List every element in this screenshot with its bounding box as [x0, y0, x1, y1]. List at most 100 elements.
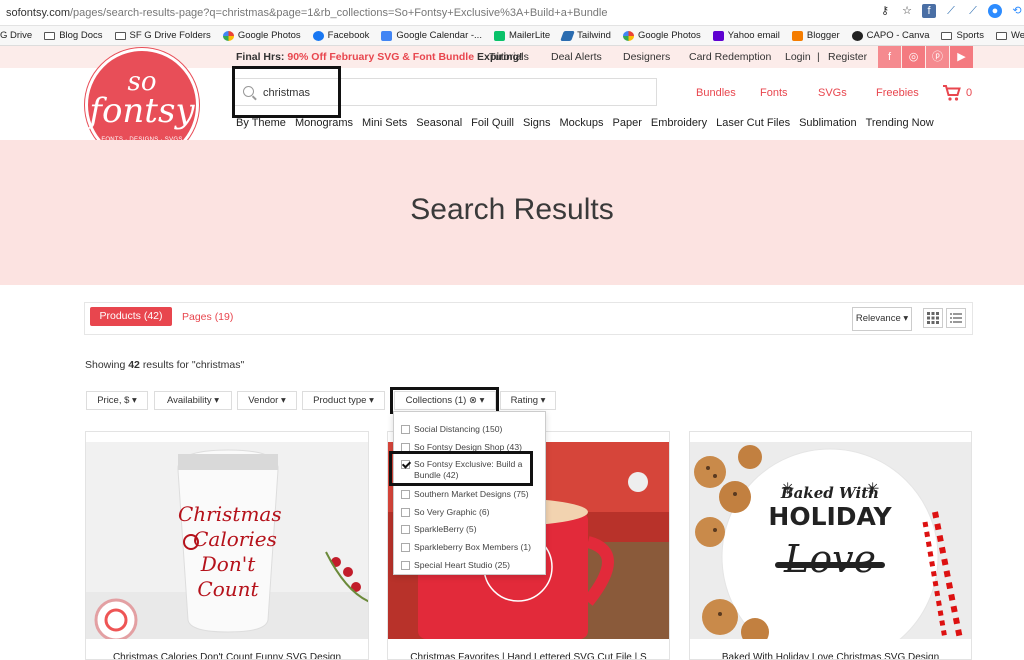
bookmark[interactable]: Weather: [995, 30, 1024, 41]
category-link[interactable]: Foil Quill: [471, 117, 514, 129]
designers-link[interactable]: Designers: [623, 51, 670, 63]
pinterest-icon[interactable]: ⓟ: [926, 46, 949, 68]
product-card[interactable]: ✳ ✳ Baked With HOLIDAY Love Baked With Ho…: [689, 431, 972, 660]
bookmark-label: Blogger: [806, 30, 840, 41]
checkbox[interactable]: [401, 525, 410, 534]
filter-availability[interactable]: Availability ▾: [154, 391, 232, 410]
url-path: /pages/search-results-page?q=christmas&p…: [70, 6, 608, 19]
tutorials-link[interactable]: Tutorials: [489, 51, 529, 63]
nav-freebies[interactable]: Freebies: [876, 87, 919, 99]
extension-icon[interactable]: ⟋: [966, 4, 980, 18]
bookmark[interactable]: Facebook: [312, 30, 369, 41]
extension-icon[interactable]: ⟲: [1010, 4, 1024, 18]
facebook-icon[interactable]: f: [878, 46, 901, 68]
bookmark[interactable]: Blog Docs: [44, 30, 103, 41]
collection-option[interactable]: SparkleBerry (5): [401, 524, 477, 534]
bookmark[interactable]: Google Calendar -...: [381, 30, 482, 41]
option-label: SparkleBerry (5): [414, 524, 477, 534]
url-text[interactable]: sofontsy.com/pages/search-results-page?q…: [0, 7, 608, 19]
cart-icon[interactable]: [942, 84, 962, 107]
bookmark[interactable]: Google Photos: [222, 30, 301, 41]
nav-separator: |: [817, 51, 820, 63]
bookmark-label: MailerLite: [508, 30, 551, 41]
google-photos-icon: [622, 30, 634, 41]
checkbox[interactable]: [401, 543, 410, 552]
tab-pages[interactable]: Pages (19): [182, 311, 233, 323]
tab-products[interactable]: Products (42): [90, 307, 172, 326]
extension-icon[interactable]: ●: [988, 4, 1002, 18]
star-icon[interactable]: ☆: [900, 4, 914, 18]
login-link[interactable]: Login: [785, 51, 811, 63]
category-link[interactable]: Paper: [613, 117, 642, 129]
bookmark[interactable]: SF G Drive Folders: [114, 30, 211, 41]
browser-url-bar[interactable]: sofontsy.com/pages/search-results-page?q…: [0, 0, 1024, 26]
category-link[interactable]: Seasonal: [416, 117, 462, 129]
art-line: HOLIDAY: [768, 502, 892, 531]
instagram-icon[interactable]: ◎: [902, 46, 925, 68]
bookmark-label: Google Photos: [237, 30, 301, 41]
collection-option[interactable]: Special Heart Studio (25): [401, 560, 510, 570]
category-link[interactable]: Trending Now: [866, 117, 934, 129]
filter-vendor[interactable]: Vendor ▾: [237, 391, 297, 410]
register-link[interactable]: Register: [828, 51, 867, 63]
category-link[interactable]: Signs: [523, 117, 551, 129]
promo-text[interactable]: Final Hrs: 90% Off February SVG & Font B…: [236, 51, 523, 63]
results-query: "christmas": [191, 359, 245, 371]
category-link[interactable]: Monograms: [295, 117, 353, 129]
filter-product-type[interactable]: Product type ▾: [302, 391, 385, 410]
product-image[interactable]: Christmas Calories Don't Count: [86, 442, 368, 642]
list-view-icon[interactable]: [946, 308, 966, 328]
filter-price[interactable]: Price, $ ▾: [86, 391, 148, 410]
youtube-icon[interactable]: ▶: [950, 46, 973, 68]
bookmark[interactable]: Blogger: [791, 30, 840, 41]
collection-option[interactable]: Sparkleberry Box Members (1): [401, 542, 531, 552]
category-link[interactable]: Sublimation: [799, 117, 856, 129]
bookmark[interactable]: Sports: [941, 30, 984, 41]
product-title[interactable]: Christmas Calories Don't Count Funny SVG…: [86, 652, 368, 659]
collection-option[interactable]: Southern Market Designs (75): [401, 489, 529, 499]
category-link[interactable]: By Theme: [236, 117, 286, 129]
bookmark[interactable]: Yahoo email: [712, 30, 780, 41]
bookmark[interactable]: CAPO - Canva: [851, 30, 929, 41]
sort-select[interactable]: Relevance ▾: [852, 307, 912, 331]
checkbox[interactable]: [401, 508, 410, 517]
product-image[interactable]: ✳ ✳ Baked With HOLIDAY Love: [690, 442, 971, 659]
category-link[interactable]: Mockups: [559, 117, 603, 129]
collection-option[interactable]: So Very Graphic (6): [401, 507, 489, 517]
key-icon[interactable]: ⚷: [878, 4, 892, 18]
checkbox[interactable]: [401, 561, 410, 570]
logo-line2: fontsy: [89, 91, 195, 131]
collection-option[interactable]: Social Distancing (150): [401, 424, 502, 434]
bookmark[interactable]: MailerLite: [493, 30, 551, 41]
product-title[interactable]: Baked With Holiday Love Christmas SVG De…: [690, 652, 971, 659]
cart-count[interactable]: 0: [966, 87, 972, 99]
bookmark[interactable]: Tailwind: [560, 30, 611, 41]
folder-icon: [941, 31, 953, 40]
nav-fonts[interactable]: Fonts: [760, 87, 788, 99]
checkbox[interactable]: [401, 490, 410, 499]
card-redemption-link[interactable]: Card Redemption: [689, 51, 771, 63]
results-middle: results for: [142, 359, 189, 371]
art-line: Baked With: [780, 484, 880, 502]
extension-icon[interactable]: f: [922, 4, 936, 18]
extension-icon[interactable]: ⟋: [944, 4, 958, 18]
category-link[interactable]: Laser Cut Files: [716, 117, 790, 129]
nav-svgs[interactable]: SVGs: [818, 87, 847, 99]
checkbox[interactable]: [401, 425, 410, 434]
category-link[interactable]: Embroidery: [651, 117, 707, 129]
bookmark[interactable]: Google Photos: [622, 30, 701, 41]
url-host: sofontsy.com: [6, 6, 70, 19]
results-count-text: Showing 42 results for "christmas": [85, 359, 244, 371]
filter-rating[interactable]: Rating ▾: [500, 391, 556, 410]
deal-alerts-link[interactable]: Deal Alerts: [551, 51, 602, 63]
grid-view-icon[interactable]: [923, 308, 943, 328]
bookmark[interactable]: G Drive: [0, 30, 32, 41]
results-tabs-bar: Products (42) Pages (19) Relevance ▾: [84, 302, 973, 335]
product-title[interactable]: Christmas Favorites | Hand Lettered SVG …: [388, 652, 669, 659]
nav-bundles[interactable]: Bundles: [696, 87, 736, 99]
bookmarks-bar: G Drive Blog Docs SF G Drive Folders Goo…: [0, 26, 1024, 46]
category-link[interactable]: Mini Sets: [362, 117, 407, 129]
product-card[interactable]: Christmas Calories Don't Count Christmas…: [85, 431, 369, 660]
bookmark-label: Tailwind: [577, 30, 611, 41]
hero-banner: Search Results: [0, 140, 1024, 285]
